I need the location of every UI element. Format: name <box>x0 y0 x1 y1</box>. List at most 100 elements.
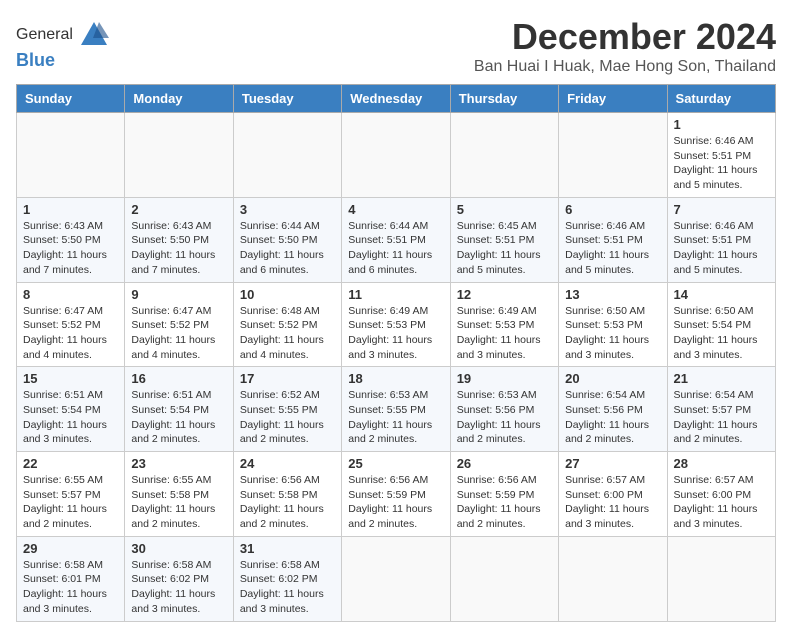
day-number: 2 <box>131 202 226 217</box>
column-header-monday: Monday <box>125 85 233 113</box>
day-cell: 13Sunrise: 6:50 AMSunset: 5:53 PMDayligh… <box>559 282 667 367</box>
day-number: 3 <box>240 202 335 217</box>
day-number: 27 <box>565 456 660 471</box>
day-cell: 14Sunrise: 6:50 AMSunset: 5:54 PMDayligh… <box>667 282 775 367</box>
column-header-saturday: Saturday <box>667 85 775 113</box>
day-cell: 16 Sunrise: 6:51 AMSunset: 5:54 PMDayligh… <box>125 367 233 452</box>
day-info: Sunrise: 6:49 AMSunset: 5:53 PMDaylight:… <box>457 304 552 363</box>
day-number: 31 <box>240 541 335 556</box>
logo-blue-text: Blue <box>16 50 109 71</box>
day-number: 22 <box>23 456 118 471</box>
day-cell: 20Sunrise: 6:54 AMSunset: 5:56 PMDayligh… <box>559 367 667 452</box>
day-cell: 1 Sunrise: 6:43 AMSunset: 5:50 PMDaylight… <box>17 197 125 282</box>
column-header-sunday: Sunday <box>17 85 125 113</box>
day-cell: 18Sunrise: 6:53 AMSunset: 5:55 PMDayligh… <box>342 367 450 452</box>
day-info: Sunrise: 6:43 AMSunset: 5:50 PMDaylight:… <box>131 219 226 278</box>
day-info: Sunrise: 6:56 AMSunset: 5:59 PMDaylight:… <box>457 473 552 532</box>
day-info: Sunrise: 6:44 AMSunset: 5:51 PMDaylight:… <box>348 219 443 278</box>
day-number: 12 <box>457 287 552 302</box>
day-cell: 6 Sunrise: 6:46 AMSunset: 5:51 PMDaylight… <box>559 197 667 282</box>
column-header-tuesday: Tuesday <box>233 85 341 113</box>
day-info: Sunrise: 6:52 AMSunset: 5:55 PMDaylight:… <box>240 388 335 447</box>
day-cell <box>342 113 450 198</box>
day-info: Sunrise: 6:49 AMSunset: 5:53 PMDaylight:… <box>348 304 443 363</box>
logo-general-text: General <box>16 26 73 43</box>
day-cell: 31 Sunrise: 6:58 AMSunset: 6:02 PMDayligh… <box>233 536 341 621</box>
day-cell: 10 Sunrise: 6:48 AMSunset: 5:52 PMDayligh… <box>233 282 341 367</box>
week-row-4: 15 Sunrise: 6:51 AMSunset: 5:54 PMDayligh… <box>17 367 776 452</box>
column-header-wednesday: Wednesday <box>342 85 450 113</box>
day-cell <box>342 536 450 621</box>
day-info: Sunrise: 6:53 AMSunset: 5:55 PMDaylight:… <box>348 388 443 447</box>
day-cell: 25Sunrise: 6:56 AMSunset: 5:59 PMDayligh… <box>342 452 450 537</box>
day-cell: 30Sunrise: 6:58 AMSunset: 6:02 PMDayligh… <box>125 536 233 621</box>
day-cell: 15Sunrise: 6:51 AMSunset: 5:54 PMDayligh… <box>17 367 125 452</box>
day-cell: 27 Sunrise: 6:57 AMSunset: 6:00 PMDayligh… <box>559 452 667 537</box>
day-cell <box>125 113 233 198</box>
day-number: 15 <box>23 371 118 386</box>
day-info: Sunrise: 6:45 AMSunset: 5:51 PMDaylight:… <box>457 219 552 278</box>
day-cell <box>667 536 775 621</box>
day-info: Sunrise: 6:53 AMSunset: 5:56 PMDaylight:… <box>457 388 552 447</box>
day-number: 1 <box>674 117 769 132</box>
day-cell: 8Sunrise: 6:47 AMSunset: 5:52 PMDaylight… <box>17 282 125 367</box>
day-info: Sunrise: 6:48 AMSunset: 5:52 PMDaylight:… <box>240 304 335 363</box>
day-cell <box>559 113 667 198</box>
day-number: 9 <box>131 287 226 302</box>
day-number: 24 <box>240 456 335 471</box>
day-info: Sunrise: 6:58 AMSunset: 6:02 PMDaylight:… <box>240 558 335 617</box>
day-number: 16 <box>131 371 226 386</box>
day-info: Sunrise: 6:44 AMSunset: 5:50 PMDaylight:… <box>240 219 335 278</box>
day-cell: 3 Sunrise: 6:44 AMSunset: 5:50 PMDaylight… <box>233 197 341 282</box>
day-cell: 5Sunrise: 6:45 AMSunset: 5:51 PMDaylight… <box>450 197 558 282</box>
day-info: Sunrise: 6:56 AMSunset: 5:58 PMDaylight:… <box>240 473 335 532</box>
day-number: 6 <box>565 202 660 217</box>
day-info: Sunrise: 6:43 AMSunset: 5:50 PMDaylight:… <box>23 219 118 278</box>
day-cell <box>233 113 341 198</box>
day-info: Sunrise: 6:58 AMSunset: 6:01 PMDaylight:… <box>23 558 118 617</box>
day-cell: 4 Sunrise: 6:44 AMSunset: 5:51 PMDaylight… <box>342 197 450 282</box>
day-info: Sunrise: 6:50 AMSunset: 5:54 PMDaylight:… <box>674 304 769 363</box>
day-number: 23 <box>131 456 226 471</box>
day-cell: 12 Sunrise: 6:49 AMSunset: 5:53 PMDayligh… <box>450 282 558 367</box>
day-info: Sunrise: 6:46 AMSunset: 5:51 PMDaylight:… <box>674 219 769 278</box>
day-number: 7 <box>674 202 769 217</box>
day-number: 28 <box>674 456 769 471</box>
logo: General Blue <box>16 20 109 71</box>
day-number: 1 <box>23 202 118 217</box>
day-cell: 29Sunrise: 6:58 AMSunset: 6:01 PMDayligh… <box>17 536 125 621</box>
day-cell <box>17 113 125 198</box>
day-number: 10 <box>240 287 335 302</box>
day-info: Sunrise: 6:54 AMSunset: 5:57 PMDaylight:… <box>674 388 769 447</box>
day-number: 4 <box>348 202 443 217</box>
day-number: 26 <box>457 456 552 471</box>
day-number: 13 <box>565 287 660 302</box>
day-cell: 17Sunrise: 6:52 AMSunset: 5:55 PMDayligh… <box>233 367 341 452</box>
day-info: Sunrise: 6:55 AMSunset: 5:58 PMDaylight:… <box>131 473 226 532</box>
day-cell <box>559 536 667 621</box>
week-row-1: 1 Sunrise: 6:46 AMSunset: 5:51 PMDaylight… <box>17 113 776 198</box>
day-info: Sunrise: 6:46 AMSunset: 5:51 PMDaylight:… <box>565 219 660 278</box>
day-cell: 9 Sunrise: 6:47 AMSunset: 5:52 PMDaylight… <box>125 282 233 367</box>
day-cell: 24 Sunrise: 6:56 AMSunset: 5:58 PMDayligh… <box>233 452 341 537</box>
day-cell: 1 Sunrise: 6:46 AMSunset: 5:51 PMDaylight… <box>667 113 775 198</box>
day-info: Sunrise: 6:46 AMSunset: 5:51 PMDaylight:… <box>674 134 769 193</box>
header-row: SundayMondayTuesdayWednesdayThursdayFrid… <box>17 85 776 113</box>
day-info: Sunrise: 6:57 AMSunset: 6:00 PMDaylight:… <box>565 473 660 532</box>
day-cell: 23 Sunrise: 6:55 AMSunset: 5:58 PMDayligh… <box>125 452 233 537</box>
column-header-thursday: Thursday <box>450 85 558 113</box>
location-title: Ban Huai I Huak, Mae Hong Son, Thailand <box>474 58 776 76</box>
day-cell <box>450 113 558 198</box>
week-row-3: 8Sunrise: 6:47 AMSunset: 5:52 PMDaylight… <box>17 282 776 367</box>
page-header: General Blue December 2024 Ban Huai I Hu… <box>16 16 776 76</box>
week-row-2: 1 Sunrise: 6:43 AMSunset: 5:50 PMDaylight… <box>17 197 776 282</box>
day-cell: 21Sunrise: 6:54 AMSunset: 5:57 PMDayligh… <box>667 367 775 452</box>
column-header-friday: Friday <box>559 85 667 113</box>
day-cell: 7 Sunrise: 6:46 AMSunset: 5:51 PMDaylight… <box>667 197 775 282</box>
day-cell: 2 Sunrise: 6:43 AMSunset: 5:50 PMDaylight… <box>125 197 233 282</box>
day-info: Sunrise: 6:55 AMSunset: 5:57 PMDaylight:… <box>23 473 118 532</box>
day-cell <box>450 536 558 621</box>
day-info: Sunrise: 6:51 AMSunset: 5:54 PMDaylight:… <box>131 388 226 447</box>
day-cell: 19Sunrise: 6:53 AMSunset: 5:56 PMDayligh… <box>450 367 558 452</box>
day-info: Sunrise: 6:47 AMSunset: 5:52 PMDaylight:… <box>131 304 226 363</box>
